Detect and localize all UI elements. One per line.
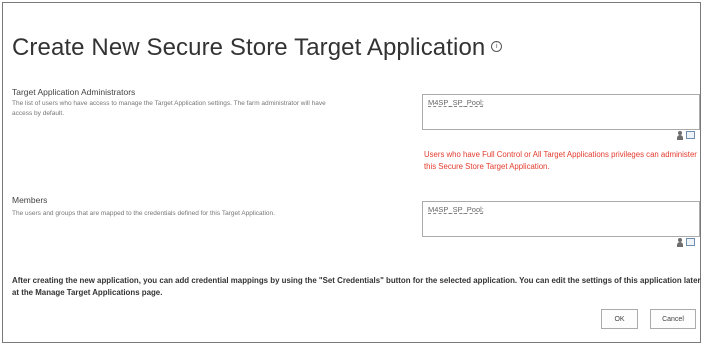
ok-button[interactable]: OK (601, 309, 638, 329)
page-title-container: Create New Secure Store Target Applicati… (12, 34, 503, 62)
administrators-heading: Target Application Administrators (12, 87, 136, 97)
members-people-picker[interactable]: M4SP_SP_Pool; (422, 201, 700, 237)
members-picker-controls (677, 237, 695, 247)
administrators-value[interactable]: M4SP_SP_Pool; (428, 98, 484, 107)
members-description: The users and groups that are mapped to … (12, 210, 275, 217)
credential-note: After creating the new application, you … (12, 276, 701, 297)
administrators-description: The list of users who have access to man… (12, 100, 326, 117)
cancel-button[interactable]: Cancel (650, 309, 696, 329)
dialog-frame: Create New Secure Store Target Applicati… (2, 2, 701, 343)
browse-icon[interactable] (686, 131, 695, 139)
administrators-people-picker[interactable]: M4SP_SP_Pool; (422, 94, 700, 130)
check-names-icon[interactable] (677, 237, 684, 247)
browse-icon[interactable] (686, 238, 695, 246)
administrators-picker-controls (677, 130, 695, 140)
info-icon[interactable]: i (491, 41, 503, 53)
check-names-icon[interactable] (677, 130, 684, 140)
members-value[interactable]: M4SP_SP_Pool; (428, 205, 484, 214)
administrators-warning: Users who have Full Control or All Targe… (424, 150, 697, 171)
members-heading: Members (12, 195, 48, 205)
page-title: Create New Secure Store Target Applicati… (12, 34, 486, 61)
